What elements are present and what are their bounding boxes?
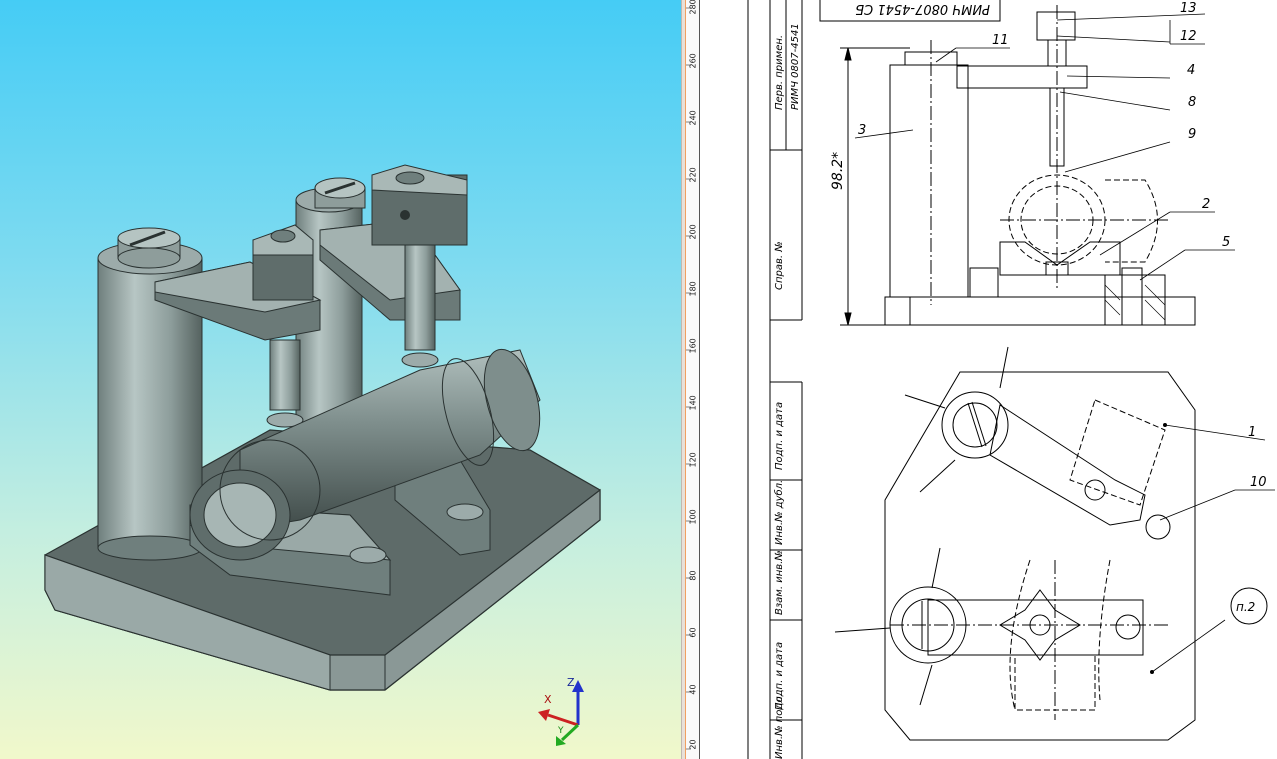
callout-4: 4	[1187, 63, 1195, 78]
podp-data-label: Подп. и дата	[774, 402, 785, 470]
callout-1: 1	[1248, 425, 1256, 440]
ruler-mark: 60	[688, 627, 698, 638]
ruler-mark: 240	[688, 110, 698, 126]
ruler-mark: 40	[688, 684, 698, 695]
ruler-mark: 220	[688, 167, 698, 183]
callout-3: 3	[858, 123, 866, 138]
callout-2: 2	[1202, 197, 1210, 212]
axis-triad: Z X Y	[538, 676, 584, 746]
ruler-mark: 280	[688, 0, 698, 15]
vzam-inv-label: Взам. инв.№	[774, 550, 785, 615]
callout-13: 13	[1180, 1, 1197, 16]
callout-9: 9	[1188, 127, 1196, 142]
inv-dubl-label: Инв.№ дубл.	[773, 480, 785, 545]
technical-drawing: Перв. примен. РИМЧ 0807-4541 Справ. № По…	[747, 0, 1275, 759]
x-axis-label: X	[544, 693, 552, 706]
top-view	[834, 346, 1196, 741]
3d-viewport[interactable]: Z X Y	[0, 0, 681, 759]
ruler-mark: 20	[688, 739, 698, 750]
perv-primen-label: Перв. примен.	[774, 35, 785, 110]
callout-10: 10	[1250, 475, 1267, 490]
ruler-mark: 200	[688, 224, 698, 240]
y-axis-label: Y	[557, 726, 564, 736]
z-axis-label: Z	[567, 676, 575, 689]
callout-5: 5	[1222, 235, 1230, 250]
note-label: п.2	[1236, 600, 1255, 614]
designation-stamp: РИМЧ 0807-4541 СБ	[855, 1, 990, 16]
perv-primen-value: РИМЧ 0807-4541	[790, 23, 801, 110]
dimension-label: 98.2*	[830, 152, 846, 190]
3d-model: Z X Y	[44, 164, 601, 746]
callout-8: 8	[1188, 95, 1196, 110]
vertical-ruler: 280 260 240 220 200 180 160 140 120 100 …	[686, 0, 700, 759]
sprav-no-label: Справ. №	[774, 241, 785, 290]
inv-podl-label: Инв.№ подл.	[774, 693, 785, 759]
drawing-sheet[interactable]: Перв. примен. РИМЧ 0807-4541 Справ. № По…	[700, 0, 1277, 759]
ruler-mark: 120	[688, 452, 698, 468]
ruler-mark: 80	[688, 570, 698, 581]
callout-12: 12	[1180, 29, 1197, 44]
ruler-mark: 260	[688, 53, 698, 69]
ruler-mark: 140	[688, 395, 698, 411]
ruler-mark: 100	[688, 509, 698, 525]
ruler-mark: 160	[688, 338, 698, 354]
front-view	[840, 5, 1196, 326]
callout-11: 11	[992, 33, 1009, 48]
ruler-mark: 180	[688, 281, 698, 297]
